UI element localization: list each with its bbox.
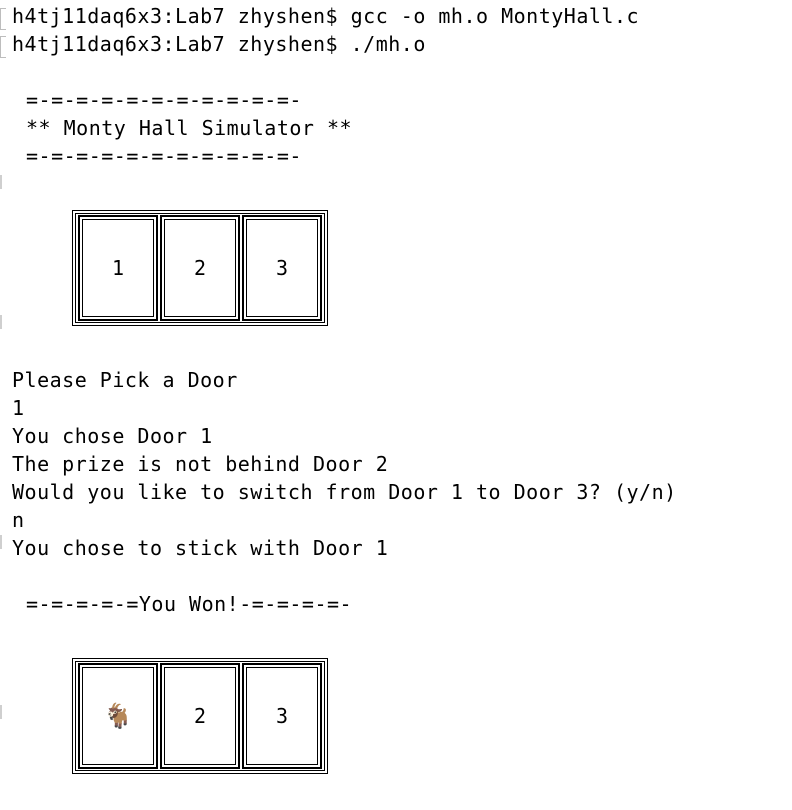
gutter-mark bbox=[0, 535, 2, 549]
reveal-message: The prize is not behind Door 2 bbox=[12, 452, 389, 476]
door-2: 2 bbox=[160, 663, 240, 769]
gutter-bracket bbox=[0, 36, 6, 58]
switch-prompt: Would you like to switch from Door 1 to … bbox=[12, 480, 677, 504]
switch-input: n bbox=[12, 508, 25, 532]
doors-before: 1 2 3 bbox=[72, 210, 328, 326]
result-banner: =-=-=-=-=You Won!-=-=-=-=- bbox=[26, 592, 353, 616]
door-3: 3 bbox=[242, 215, 322, 321]
gutter-mark bbox=[0, 175, 2, 189]
gutter-mark bbox=[0, 705, 2, 719]
chose-message: You chose Door 1 bbox=[12, 424, 213, 448]
command-line-compile: h4tj11daq6x3:Lab7 zhyshen$ gcc -o mh.o M… bbox=[12, 4, 640, 28]
door-1: 1 bbox=[78, 215, 158, 321]
goat-icon: 🐐 bbox=[78, 663, 158, 769]
command-line-run: h4tj11daq6x3:Lab7 zhyshen$ ./mh.o bbox=[12, 32, 426, 56]
pick-prompt: Please Pick a Door bbox=[12, 368, 238, 392]
pick-input: 1 bbox=[12, 396, 25, 420]
banner-rule-top: =-=-=-=-=-=-=-=-=-=-=- bbox=[26, 88, 302, 112]
banner-rule-bottom: =-=-=-=-=-=-=-=-=-=-=- bbox=[26, 144, 302, 168]
stick-message: You chose to stick with Door 1 bbox=[12, 536, 389, 560]
doors-after: 🐐 2 3 bbox=[72, 658, 328, 774]
gutter-bracket bbox=[0, 8, 6, 30]
door-3: 3 bbox=[242, 663, 322, 769]
banner-title: ** Monty Hall Simulator ** bbox=[26, 116, 353, 140]
gutter-mark bbox=[0, 315, 2, 329]
door-2: 2 bbox=[160, 215, 240, 321]
